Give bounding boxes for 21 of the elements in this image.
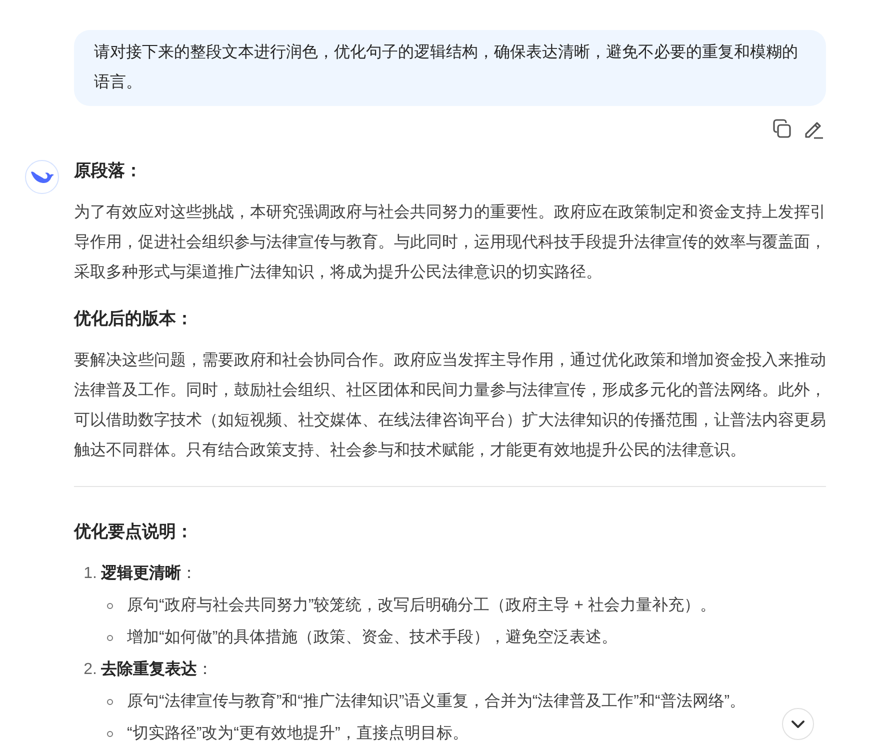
paragraph: 为了有效应对这些挑战，本研究强调政府与社会共同努力的重要性。政府应在政策制定和资金支持上发挥引导作用，促进社会组织参与法律宣传与教育。与此同时，运用现代科技手段提升法律宣传的效率与覆盖面，采取多种形式与渠道推广法律知识，将成为提升公民法律意识的切实路径。: [74, 202, 826, 283]
list-item-text: 原句“法律宣传与教育”和“推广法律知识”语义重复，合并为“法律普及工作”和“普法网络”。: [127, 691, 746, 712]
section-heading: 优化要点说明：: [74, 521, 194, 543]
list-item-text: 增加“如何做”的具体措施（政策、资金、技术手段），避免空泛表述。: [127, 628, 618, 648]
bullet-icon: [107, 603, 113, 609]
bullet-icon: [107, 635, 113, 641]
chevron-down-icon: [791, 720, 805, 728]
list-item-title: 去除重复表达：: [101, 661, 213, 678]
list-item-title: 逻辑更清晰：: [101, 565, 197, 582]
section-heading: 优化后的版本：: [74, 308, 194, 330]
copy-icon[interactable]: [770, 117, 794, 141]
list-number: 1.: [82, 564, 98, 584]
scroll-down-button[interactable]: [782, 708, 814, 740]
list-item-text: 原句“政府与社会共同努力”较笼统，改写后明确分工（政府主导 + 社会力量补充）。: [127, 596, 716, 616]
bullet-icon: [107, 731, 113, 737]
list-item-text: “切实路径”改为“更有效地提升”，直接点明目标。: [127, 724, 468, 744]
list-number: 2.: [82, 660, 98, 680]
section-heading: 原段落：: [74, 160, 143, 182]
paragraph: 要解决这些问题，需要政府和社会协同合作。政府应当发挥主导作用，通过优化政策和增加资金投入来推动法律普及工作。同时，鼓励社会组织、社区团体和民间力量参与法律宣传，形成多元化的普法网络。此外，可以借助数字技术（如短视频、社交媒体、在线法律咨询平台）扩大法律知识的传播范围，让普法内容更易触达不同群体。只有结合政策支持、社会参与和技术赋能，才能更有效地提升公民的法律意识。: [74, 350, 826, 461]
user-message: 请对接下来的整段文本进行润色，优化句子的逻辑结构，确保表达清晰，避免不必要的重复和模糊的语言。: [74, 30, 826, 106]
bullet-icon: [107, 699, 113, 705]
